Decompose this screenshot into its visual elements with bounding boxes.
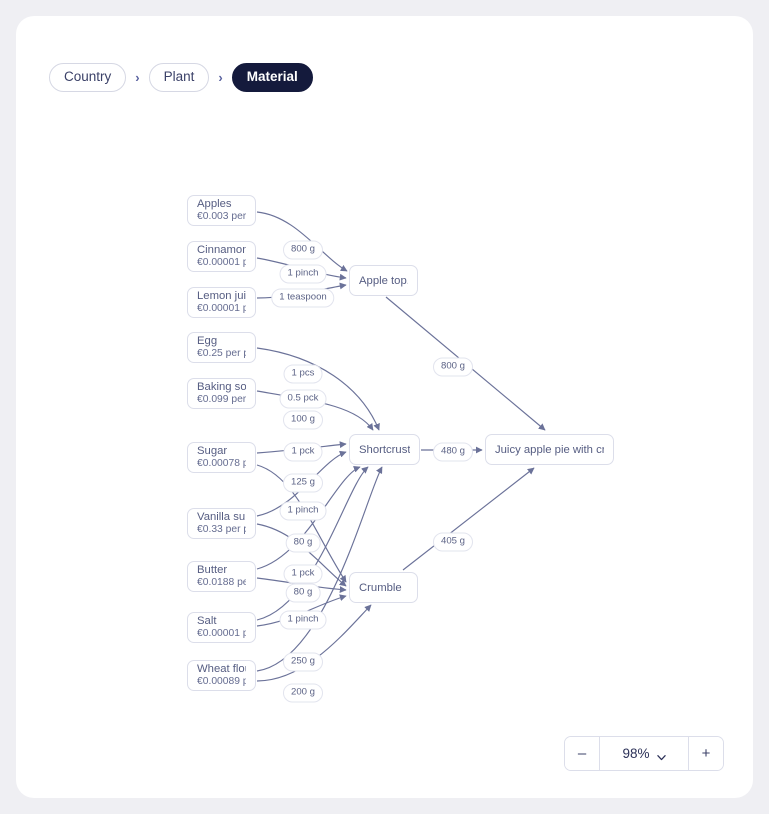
graph-node-price: €0.00001 per: [197, 303, 246, 314]
graph-edge-label: 1 pcs: [283, 364, 323, 384]
graph-node-egg[interactable]: Egg€0.25 per pcs: [187, 332, 256, 363]
graph-node-title: Cinnamon: [197, 244, 246, 256]
graph-node-title: Crumble: [359, 581, 402, 594]
zoom-out-button[interactable]: –: [565, 737, 599, 770]
graph-edge-label: 125 g: [282, 473, 324, 493]
graph-node-pie[interactable]: Juicy apple pie with cru...: [485, 434, 614, 465]
graph-edge-label: 1 teaspoon: [271, 288, 335, 308]
graph-edge-label: 1 pck: [283, 564, 323, 584]
graph-node-salt[interactable]: Salt€0.00001 per: [187, 612, 256, 643]
graph-node-price: €0.33 per pck: [197, 524, 246, 535]
graph-node-price: €0.00001 per: [197, 628, 246, 639]
zoom-control: – 98% +: [564, 736, 724, 771]
graph-node-price: €0.00001 per: [197, 257, 246, 268]
graph-node-baking-soda[interactable]: Baking so...€0.099 per pc: [187, 378, 256, 409]
graph-node-crumble[interactable]: Crumble: [349, 572, 418, 603]
graph-card: Country › Plant › Material Apples €0.003 …: [16, 16, 753, 798]
graph-edge-label: 405 g: [432, 532, 474, 552]
graph-edge-label: 800 g: [432, 357, 474, 377]
graph-edge-label: 1 pinch: [279, 610, 327, 630]
graph-node-title: Lemon juice: [197, 290, 246, 302]
graph-node-price: €0.00089 per: [197, 676, 246, 687]
graph-node-vanilla[interactable]: Vanilla su...€0.33 per pck: [187, 508, 256, 539]
graph-node-lemon-juice[interactable]: Lemon juice€0.00001 per: [187, 287, 256, 318]
chevron-down-icon: [656, 749, 666, 761]
graph-node-title: Butter: [197, 564, 228, 576]
graph-node-title: Salt: [197, 615, 217, 627]
zoom-level-selector[interactable]: 98%: [599, 737, 689, 770]
graph-node-apple-top[interactable]: Apple top...: [349, 265, 418, 296]
graph-edge-label: 100 g: [282, 410, 324, 430]
graph-node-sugar[interactable]: Sugar€0.00078 per: [187, 442, 256, 473]
graph-node-title: Apple top...: [359, 274, 408, 287]
graph-node-title: Sugar: [197, 445, 228, 457]
graph-edge-layer: [256, 211, 546, 682]
graph-node-price: €0.0188 per g: [197, 577, 246, 588]
graph-edge-label: 0.5 pck: [279, 389, 327, 409]
graph-node-title: Egg: [197, 335, 218, 347]
graph-node-price: €0.25 per pcs: [197, 348, 246, 359]
graph-node-title: Baking so...: [197, 381, 246, 393]
graph-edge-label: 1 pinch: [279, 501, 327, 521]
graph-node-price: €0.00078 per: [197, 458, 246, 469]
graph-node-price: €0.003 per g: [197, 211, 246, 222]
graph-node-cinnamon[interactable]: Cinnamon€0.00001 per: [187, 241, 256, 272]
graph-node-price: €0.099 per pc: [197, 394, 246, 405]
graph-edge-label: 1 pck: [283, 442, 323, 462]
graph-node-butter[interactable]: Butter€0.0188 per g: [187, 561, 256, 592]
graph-edge-label: 200 g: [282, 683, 324, 703]
graph-node-title: Shortcrust ...: [359, 443, 410, 456]
graph-node-title: Wheat flour: [197, 663, 246, 675]
graph-edge-label: 80 g: [285, 583, 321, 603]
graph-canvas[interactable]: Apples€0.003 per gCinnamon€0.00001 perLe…: [16, 16, 753, 798]
graph-node-title: Juicy apple pie with cru...: [495, 443, 604, 456]
graph-node-title: Apples: [197, 198, 232, 210]
graph-node-title: Vanilla su...: [197, 511, 246, 523]
graph-node-wheat-flour[interactable]: Wheat flour€0.00089 per: [187, 660, 256, 691]
graph-edge-label: 480 g: [432, 442, 474, 462]
graph-node-shortcrust[interactable]: Shortcrust ...: [349, 434, 420, 465]
zoom-level-value: 98%: [622, 746, 650, 761]
graph-node-apples[interactable]: Apples€0.003 per g: [187, 195, 256, 226]
graph-edge-label: 1 pinch: [279, 264, 327, 284]
graph-edge-label: 800 g: [282, 240, 324, 260]
graph-edge-label: 80 g: [285, 533, 321, 553]
graph-edge: [402, 467, 535, 571]
graph-edge-label: 250 g: [282, 652, 324, 672]
zoom-in-button[interactable]: +: [689, 737, 723, 770]
